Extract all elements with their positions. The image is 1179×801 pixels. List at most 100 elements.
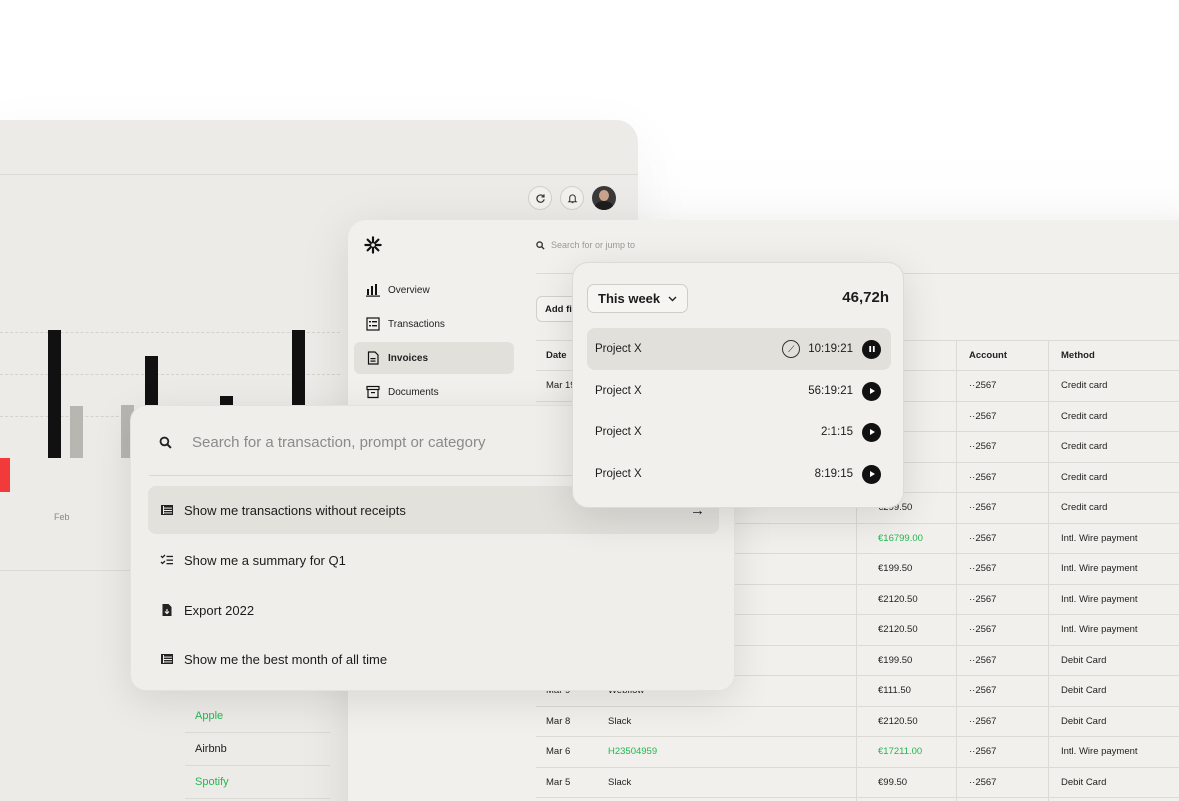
palette-item-label: Export 2022: [184, 602, 255, 618]
palette-item-best-month[interactable]: Show me the best month of all time: [148, 635, 719, 683]
chevron-down-icon: [668, 296, 677, 301]
palette-item-summary[interactable]: Show me a summary for Q1: [148, 536, 719, 584]
sidebar-item-label: Transactions: [388, 318, 445, 330]
month-label: Feb: [54, 512, 70, 522]
negative-bar: [0, 458, 10, 492]
elapsed-time: 10:19:21: [808, 343, 853, 355]
column-divider: [956, 340, 957, 801]
donut-chart: [0, 650, 15, 801]
cell-account: ··2567: [969, 471, 997, 483]
cell-account: ··2567: [969, 746, 997, 757]
search-icon: [159, 436, 172, 449]
cell-date: Mar 5: [546, 776, 571, 788]
palette-search[interactable]: Search for a transaction, prompt or cate…: [159, 434, 485, 451]
column-divider: [1048, 340, 1049, 801]
tag-icon[interactable]: ⟋: [782, 340, 801, 358]
cell-amount: €99.50: [878, 776, 908, 788]
app-logo-icon: [364, 236, 382, 254]
sidebar-item-label: Overview: [388, 284, 430, 296]
cell-account: ··2567: [969, 532, 997, 544]
cell-method: Credit card: [1061, 441, 1108, 452]
cell-name: H23504959: [608, 746, 658, 757]
cell-amount: €199.50: [878, 563, 913, 574]
file-export-icon: [162, 604, 172, 616]
merchant-list: Apple Airbnb Spotify: [185, 700, 330, 799]
cell-date: Mar 8: [546, 715, 571, 727]
cell-method: Credit card: [1061, 380, 1108, 391]
cell-name: Slack: [608, 776, 632, 788]
list-icon: [366, 317, 380, 331]
project-name: Project X: [595, 343, 642, 355]
period-select[interactable]: This week: [587, 284, 689, 313]
cell-name: Slack: [608, 715, 632, 727]
cell-amount: €2120.50: [878, 715, 918, 727]
header-divider: [0, 174, 638, 175]
chart-bar: [70, 406, 83, 458]
elapsed-time: 56:19:21: [808, 385, 853, 397]
cell-method: Intl. Wire payment: [1061, 593, 1138, 605]
sidebar-item-invoices[interactable]: Invoices: [354, 342, 514, 374]
cell-amount: €199.50: [878, 654, 913, 666]
total-hours: 46,72h: [842, 289, 889, 306]
palette-item-label: Show me transactions without receipts: [184, 502, 406, 518]
refresh-icon[interactable]: [528, 186, 552, 210]
column-header-method[interactable]: Method: [1061, 341, 1095, 371]
pause-icon[interactable]: [862, 339, 881, 359]
cell-account: ··2567: [969, 685, 997, 696]
cell-method: Intl. Wire payment: [1061, 746, 1138, 757]
cell-method: Debit Card: [1061, 654, 1107, 666]
play-icon[interactable]: [862, 422, 881, 442]
time-entry[interactable]: Project X 2:1:15: [587, 411, 891, 453]
cell-amount: €16799.00: [878, 532, 923, 544]
file-icon: [367, 351, 379, 365]
merchant-name: Spotify: [195, 776, 229, 788]
cell-amount: €2120.50: [878, 593, 918, 605]
palette-item-export[interactable]: Export 2022: [148, 586, 719, 634]
list-item[interactable]: Airbnb: [185, 733, 330, 766]
cell-method: Intl. Wire payment: [1061, 624, 1138, 635]
table-row[interactable]: Mar 5 Slack €99.50 ··2567 Debit Card: [536, 768, 1179, 798]
sidebar-item-overview[interactable]: Overview: [354, 274, 514, 306]
global-search[interactable]: Search for or jump to: [536, 240, 635, 250]
column-header-account[interactable]: Account: [969, 341, 1007, 371]
play-icon[interactable]: [862, 464, 881, 484]
cell-account: ··2567: [969, 563, 997, 574]
project-name: Project X: [595, 426, 642, 438]
time-entry[interactable]: Project X 56:19:21: [587, 370, 891, 412]
table-row[interactable]: Mar 8 Slack €2120.50 ··2567 Debit Card: [536, 707, 1179, 737]
cell-method: Credit card: [1061, 410, 1108, 422]
cell-account: ··2567: [969, 593, 997, 605]
cell-account: ··2567: [969, 410, 997, 422]
list-item[interactable]: Spotify: [185, 766, 330, 799]
bar-chart-icon: [366, 284, 380, 297]
cell-method: Intl. Wire payment: [1061, 563, 1138, 574]
cell-amount: €111.50: [878, 685, 911, 696]
sidebar-item-transactions[interactable]: Transactions: [354, 308, 514, 340]
cell-amount: €2120.50: [878, 624, 918, 635]
sidebar-item-documents[interactable]: Documents: [354, 376, 514, 408]
sidebar-item-label: Documents: [388, 386, 439, 398]
cell-account: ··2567: [969, 624, 997, 635]
merchant-name: Airbnb: [195, 743, 227, 755]
table-icon: [161, 654, 173, 664]
project-name: Project X: [595, 385, 642, 397]
table-row[interactable]: Mar 6 H23504959 €17211.00 ··2567 Intl. Wire …: [536, 737, 1179, 768]
avatar[interactable]: [592, 186, 616, 210]
checklist-icon: [160, 554, 173, 565]
time-entry[interactable]: Project X ⟋ 10:19:21: [587, 328, 891, 370]
cell-account: ··2567: [969, 776, 997, 788]
time-entry[interactable]: Project X 8:19:15: [587, 453, 891, 495]
sidebar-item-label: Invoices: [388, 352, 429, 364]
chart-bar: [48, 330, 61, 458]
cell-method: Debit Card: [1061, 776, 1107, 788]
palette-search-input[interactable]: Search for a transaction, prompt or cate…: [192, 434, 485, 451]
palette-item-label: Show me the best month of all time: [184, 651, 388, 667]
play-icon[interactable]: [862, 381, 881, 401]
search-placeholder: Search for or jump to: [551, 240, 636, 250]
cell-account: ··2567: [969, 654, 997, 666]
cell-method: Intl. Wire payment: [1061, 532, 1138, 544]
bell-icon[interactable]: [560, 186, 584, 210]
list-item[interactable]: Apple: [185, 700, 330, 733]
column-header-date[interactable]: Date: [546, 341, 567, 371]
table-icon: [161, 505, 173, 515]
